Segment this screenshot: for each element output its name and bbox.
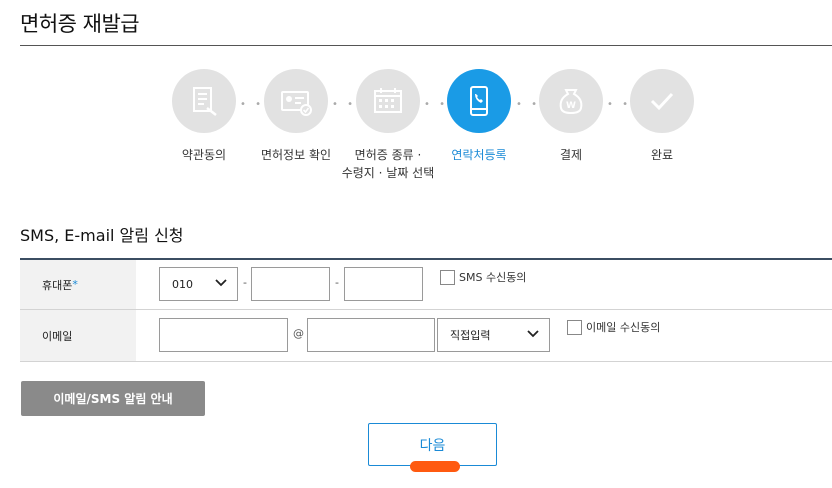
- email-at-sign: @: [293, 327, 304, 340]
- section-title: SMS, E-mail 알림 신청: [20, 226, 184, 245]
- step-connector: • •: [607, 99, 631, 110]
- svg-text:W: W: [566, 101, 576, 111]
- step-label-type-place-date: 면허증 종류 · 수령지 · 날짜 선택: [342, 146, 435, 182]
- highlight-marker: [410, 461, 460, 472]
- step-label-line: 면허증 종류 ·: [354, 148, 422, 162]
- step-connector: • •: [332, 99, 356, 110]
- step-terms: [172, 69, 236, 133]
- step-license-info: [264, 69, 328, 133]
- step-connector: • •: [424, 99, 448, 110]
- step-connector: • •: [240, 99, 264, 110]
- title-divider: [20, 45, 832, 46]
- step-progress: • • • • • • • • W • • 약관동의 면허정보 확인 면허증 종…: [0, 69, 832, 189]
- chevron-down-icon: [215, 279, 227, 287]
- next-button[interactable]: 다음: [368, 423, 497, 466]
- phone-middle-input[interactable]: [251, 267, 330, 301]
- sms-consent-label: SMS 수신동의: [459, 271, 527, 284]
- step-payment: W: [539, 69, 603, 133]
- email-domain-input[interactable]: [307, 318, 435, 352]
- required-mark: *: [72, 278, 78, 291]
- mobile-phone-icon: [470, 86, 488, 116]
- checkbox-box[interactable]: [567, 319, 582, 335]
- email-consent-label: 이메일 수신동의: [586, 321, 661, 334]
- phone-prefix-value: 010: [172, 277, 193, 291]
- phone-separator: -: [335, 276, 339, 289]
- phone-label: 휴대폰 *: [20, 260, 136, 309]
- step-label-terms: 약관동의: [181, 148, 227, 162]
- chevron-down-icon: [527, 330, 539, 338]
- checkmark-icon: [650, 92, 674, 111]
- phone-separator: -: [243, 276, 247, 289]
- phone-row: 휴대폰 * 010 - - SMS 수신동의: [20, 260, 832, 310]
- step-contact-registration: [447, 69, 511, 133]
- email-domain-select[interactable]: 직접입력: [437, 318, 550, 352]
- notification-form: 휴대폰 * 010 - - SMS 수신동의 이메일 @ 직접입력 이메일 수신동…: [20, 258, 832, 362]
- step-type-place-date: [356, 69, 420, 133]
- phone-prefix-select[interactable]: 010: [159, 267, 238, 301]
- phone-label-text: 휴대폰: [42, 278, 73, 292]
- email-label: 이메일: [20, 310, 136, 361]
- phone-last-input[interactable]: [344, 267, 423, 301]
- step-label-license-info: 면허정보 확인: [260, 148, 332, 162]
- email-row: 이메일 @ 직접입력 이메일 수신동의: [20, 310, 832, 362]
- step-label-line: 수령지 · 날짜 선택: [341, 166, 435, 180]
- step-complete: [630, 69, 694, 133]
- calendar-icon: [374, 88, 402, 113]
- step-label-payment: 결제: [559, 148, 583, 162]
- document-check-icon: [193, 87, 217, 116]
- checkbox-box[interactable]: [440, 269, 455, 285]
- won-pouch-icon: W: [559, 89, 583, 115]
- page-title: 면허증 재발급: [20, 12, 140, 36]
- id-card-check-icon: [281, 91, 312, 116]
- step-label-contact-registration: 연락처등록: [451, 148, 507, 162]
- email-domain-select-value: 직접입력: [450, 329, 491, 342]
- step-label-complete: 완료: [650, 148, 674, 162]
- step-connector: • •: [516, 99, 540, 110]
- email-consent-checkbox[interactable]: 이메일 수신동의: [567, 319, 660, 335]
- email-local-input[interactable]: [159, 318, 288, 352]
- notification-info-button[interactable]: 이메일/SMS 알림 안내: [21, 381, 205, 416]
- sms-consent-checkbox[interactable]: SMS 수신동의: [440, 269, 526, 285]
